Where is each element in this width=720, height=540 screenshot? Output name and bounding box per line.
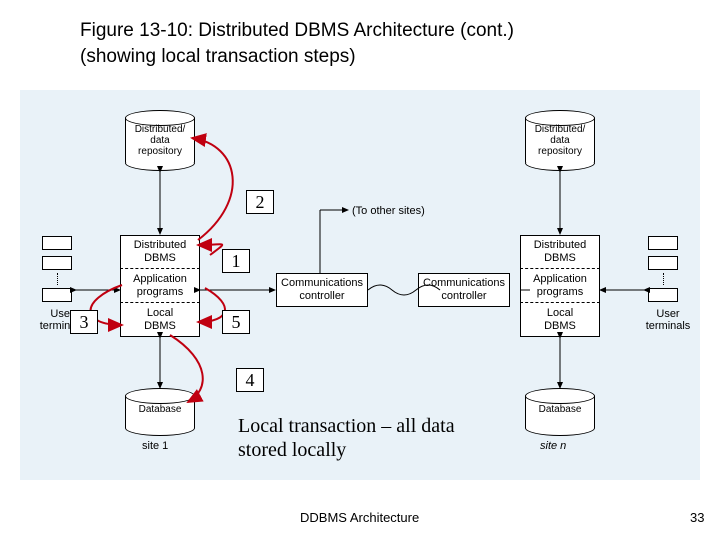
cylinder-db-right-top: [525, 388, 595, 404]
step-3-box: 3: [70, 310, 98, 334]
figure-title: Figure 13-10: Distributed DBMS Architect…: [80, 18, 514, 69]
step-4-box: 4: [236, 368, 264, 392]
db-left-label: Database: [125, 404, 195, 415]
to-other-sites-label: (To other sites): [352, 205, 425, 217]
terminal-right-2: [648, 256, 678, 270]
repo-left-label: Distributed/ data repository: [125, 124, 195, 157]
right-app-programs: Application programs: [520, 269, 600, 303]
right-local-dbms: Local DBMS: [520, 303, 600, 337]
page-number: 33: [690, 510, 704, 525]
footer-title: DDBMS Architecture: [300, 510, 419, 525]
right-dist-dbms: Distributed DBMS: [520, 235, 600, 269]
left-dist-dbms: Distributed DBMS: [120, 235, 200, 269]
title-line-1: Figure 13-10: Distributed DBMS Architect…: [80, 18, 514, 44]
user-terminals-right-label: User terminals: [638, 308, 698, 332]
title-line-2: (showing local transaction steps): [80, 44, 514, 70]
terminal-left-dots: [57, 273, 58, 285]
step-1-box: 1: [222, 249, 250, 273]
left-local-dbms: Local DBMS: [120, 303, 200, 337]
terminal-right-dots: [663, 273, 664, 285]
site-right-label: site n: [540, 440, 566, 452]
terminal-left-3: [42, 288, 72, 302]
db-right-label: Database: [525, 404, 595, 415]
terminal-right-1: [648, 236, 678, 250]
cylinder-db-left-top: [125, 388, 195, 404]
local-transaction-description: Local transaction – all data stored loca…: [238, 414, 498, 462]
site-left-label: site 1: [142, 440, 168, 452]
comm-controller-right: Communications controller: [418, 273, 510, 307]
terminal-right-3: [648, 288, 678, 302]
left-app-programs: Application programs: [120, 269, 200, 303]
terminal-left-1: [42, 236, 72, 250]
step-2-box: 2: [246, 190, 274, 214]
step-5-box: 5: [222, 310, 250, 334]
comm-controller-left: Communications controller: [276, 273, 368, 307]
terminal-left-2: [42, 256, 72, 270]
repo-right-label: Distributed/ data repository: [525, 124, 595, 157]
